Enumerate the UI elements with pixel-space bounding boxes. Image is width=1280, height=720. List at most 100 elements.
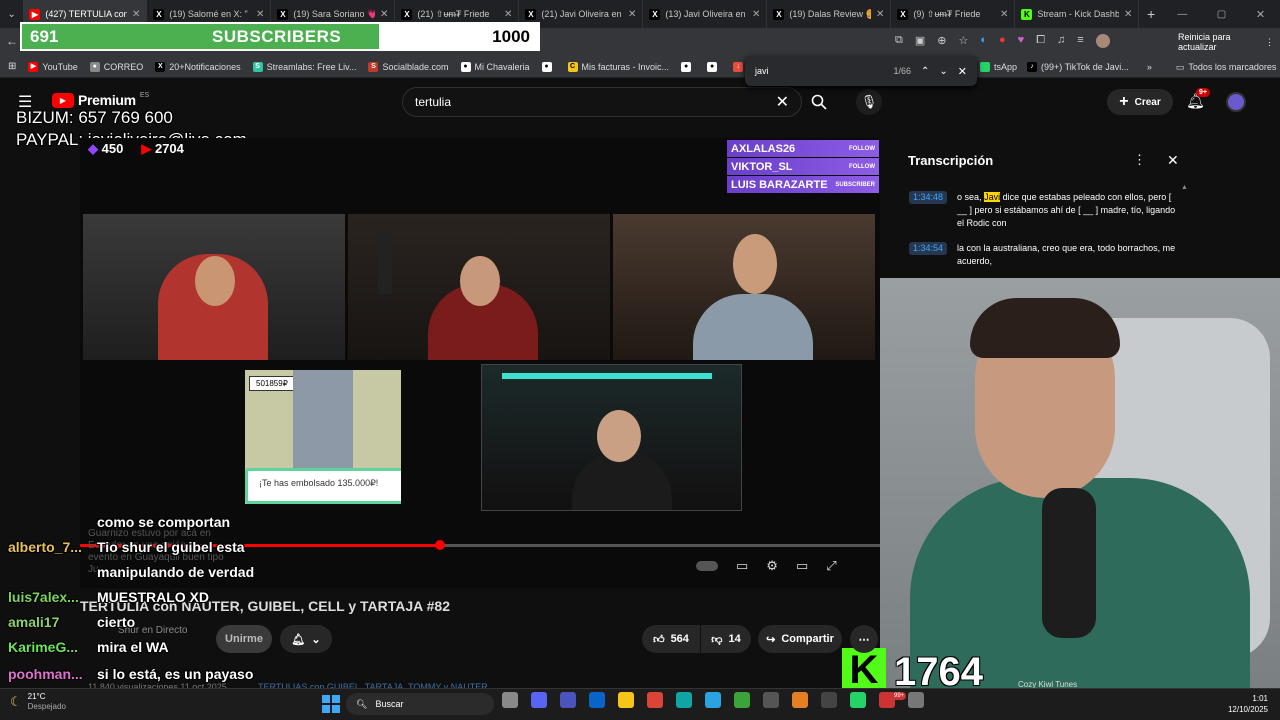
extension-1-icon[interactable]: ◐ (980, 34, 987, 48)
create-button[interactable]: + Crear (1107, 89, 1173, 115)
find-close-icon[interactable]: ✕ (958, 65, 967, 78)
new-tab-button[interactable]: + (1139, 6, 1162, 22)
tab-close-icon[interactable]: ✕ (132, 9, 140, 20)
media-icon[interactable]: ♫ (1057, 34, 1065, 48)
tab-close-icon[interactable]: ✕ (1000, 9, 1008, 20)
back-icon[interactable]: ← (6, 34, 18, 48)
tab-close-icon[interactable]: ✕ (752, 9, 760, 20)
tab-close-icon[interactable]: ✕ (1124, 9, 1132, 20)
transcript-timestamp[interactable]: 1:34:48 (909, 191, 948, 204)
profile-avatar[interactable] (1095, 34, 1110, 48)
more-actions-button[interactable]: ⋯ (850, 625, 878, 653)
transcript-timestamp[interactable]: 1:34:54 (909, 242, 948, 255)
like-button[interactable]: 👍︎ 564 (642, 625, 700, 653)
account-avatar[interactable] (1226, 92, 1246, 112)
bookmark-star-icon[interactable]: ☆ (958, 34, 968, 48)
clock[interactable]: 1:01 12/10/2025 (1222, 693, 1268, 715)
autoplay-toggle[interactable] (696, 561, 718, 571)
game-money: 501859₽ (249, 376, 295, 391)
extension-2-icon[interactable]: ● (999, 34, 1006, 48)
fullscreen-icon[interactable]: ⤢ (826, 558, 836, 574)
steam-icon[interactable] (763, 692, 779, 708)
transcript-row[interactable]: 1:34:48 o sea, Javi dice que estabas pele… (909, 191, 1179, 230)
search-input[interactable]: tertulia (415, 95, 451, 109)
close-window-icon[interactable]: ✕ (1241, 8, 1280, 21)
subtitles-icon[interactable]: ▭ (736, 558, 748, 574)
obs-icon[interactable] (821, 692, 837, 708)
transcript-menu-icon[interactable]: ⋮ (1133, 152, 1146, 168)
task-view-icon[interactable] (502, 692, 518, 708)
bookmark-item[interactable]: S Streamlabs: Free Liv... (252, 61, 356, 72)
browser-tab[interactable]: X (13) Javi Oliveira en X ✕ (643, 0, 768, 28)
weather-widget[interactable]: ☾ 21°C Despejado (10, 692, 66, 712)
chrome-icon[interactable] (647, 692, 663, 708)
teams-icon[interactable] (560, 692, 576, 708)
extension-3-icon[interactable]: ♥ (1018, 34, 1025, 48)
bookmark-item[interactable]: ● (681, 61, 695, 72)
theater-mode-icon[interactable]: ▭ (796, 558, 808, 574)
transcript-row[interactable]: 1:34:54 la con la australiana, creo que e… (909, 242, 1179, 268)
tab-close-icon[interactable]: ✕ (504, 9, 512, 20)
bookmark-item[interactable]: tsApp (980, 62, 1017, 72)
zoom-icon[interactable]: ⊕ (937, 34, 946, 48)
outlook-icon[interactable] (589, 692, 605, 708)
screenshot-icon[interactable]: ▣ (915, 34, 925, 48)
more-bookmarks-icon[interactable]: » (1147, 62, 1152, 72)
menu-dots-icon[interactable]: ⋮ (1265, 37, 1274, 48)
browser-tab[interactable]: X (19) Dalas Review 🍔 ✕ (767, 0, 892, 28)
settings-gear-icon[interactable]: ⚙ (766, 558, 778, 574)
bookmark-item[interactable]: S Socialblade.com (368, 61, 449, 72)
taskbar-search[interactable]: 🔍︎ Buscar (346, 693, 494, 715)
transcript-close-icon[interactable]: ✕ (1167, 152, 1179, 169)
notifications-button[interactable]: 🔔︎ 9+ (1186, 88, 1210, 110)
bookmark-item[interactable]: C Mis facturas - Invoic... (567, 61, 669, 72)
browser-tab[interactable]: X (9) ⇧ᵾᵯ₮ Friede ✕ (891, 0, 1016, 28)
update-button[interactable]: Reinicia para actualizar ⋮ (1172, 32, 1280, 52)
search-button[interactable] (802, 87, 836, 117)
stream-alert: LUIS BARAZARTE SUBSCRIBER (727, 176, 879, 193)
stream-alert: AXLALAS26 FOLLOW (727, 140, 879, 157)
find-previous-icon[interactable]: ⌃ (921, 66, 929, 77)
reading-list-icon[interactable]: ≡ (1077, 34, 1083, 48)
whatsapp-icon[interactable] (850, 692, 866, 708)
find-input[interactable]: javi (755, 66, 883, 76)
video-progress-handle[interactable] (435, 540, 445, 550)
bookmark-item[interactable]: ● Mi Chavaleria (460, 61, 530, 72)
bookmark-item[interactable]: X 20+Notificaciones (155, 61, 241, 72)
app-icon[interactable] (792, 692, 808, 708)
share-button[interactable]: ↪ Compartir (758, 625, 842, 653)
voice-search-button[interactable]: 🎙 (856, 89, 882, 115)
tab-close-icon[interactable]: ✕ (380, 9, 388, 20)
minimize-icon[interactable]: — (1163, 9, 1202, 20)
discord-icon[interactable] (531, 692, 547, 708)
bookmark-item[interactable]: ● (707, 61, 721, 72)
camtasia-icon[interactable] (734, 692, 750, 708)
edge-icon[interactable] (676, 692, 692, 708)
microphone (1042, 488, 1096, 638)
maximize-icon[interactable]: ▢ (1202, 9, 1241, 20)
browser-tab[interactable]: K Stream - Kick Dashb ✕ (1015, 0, 1140, 28)
find-next-icon[interactable]: ⌄ (939, 66, 947, 77)
notifications-subscribe-button[interactable]: 🔔︎ ⌄ (280, 625, 332, 653)
cast-icon[interactable]: ⧉ (895, 34, 903, 48)
explorer-icon[interactable] (618, 692, 634, 708)
player-controls-right: ▭ ⚙ ▭ ⤢ (696, 558, 837, 574)
transcript-scrollbar[interactable]: ▲ (1181, 184, 1188, 191)
tab-close-icon[interactable]: ✕ (628, 9, 636, 20)
bookmark-item[interactable]: ● (541, 61, 556, 72)
tab-close-icon[interactable]: ✕ (876, 9, 884, 20)
apps-grid-icon[interactable]: ⊞ (8, 61, 16, 72)
youtube-logo[interactable]: ▶ Premium ES (52, 92, 149, 108)
dislike-button[interactable]: 👎︎ 14 (701, 625, 751, 653)
bookmark-item[interactable]: ♪ (99+) TikTok de Javi... (1027, 62, 1129, 72)
extensions-icon[interactable]: ⧠ (1036, 34, 1045, 48)
search-box[interactable]: tertulia ✕ (402, 87, 802, 117)
start-button[interactable] (322, 695, 340, 713)
all-bookmarks[interactable]: ▭ Todos los marcadores (1176, 62, 1277, 73)
telegram-icon[interactable] (705, 692, 721, 708)
settings-icon[interactable] (908, 692, 924, 708)
clear-search-icon[interactable]: ✕ (776, 92, 789, 112)
tab-close-icon[interactable]: ✕ (256, 9, 264, 20)
bookmark-item[interactable]: ● CORREO (89, 61, 143, 72)
bookmark-item[interactable]: ▶ YouTube (28, 61, 78, 72)
